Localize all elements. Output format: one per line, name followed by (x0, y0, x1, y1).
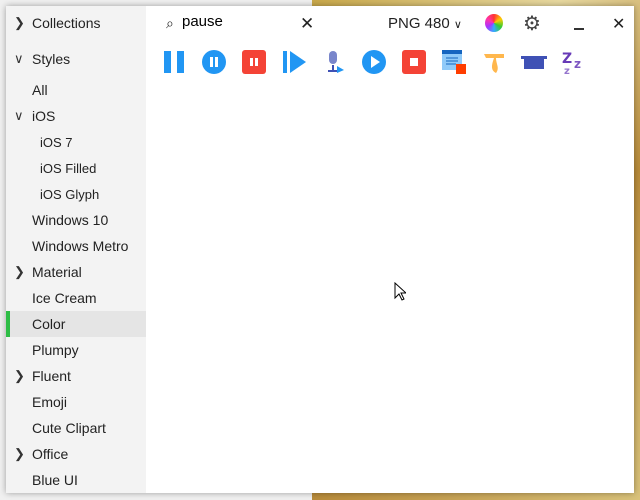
app-window: ❯ Collections ∨ Styles All ∨ iOS iOS 7 iOS Fil… (6, 6, 634, 493)
sidebar-item-all[interactable]: All (6, 77, 146, 103)
sidebar-item-label: Ice Cream (32, 290, 97, 306)
sidebar-item-label: Material (32, 264, 82, 280)
chevron-right-icon: ❯ (14, 15, 25, 30)
sidebar-item-label: Blue UI (32, 472, 78, 488)
tear-off-icon[interactable] (474, 48, 514, 76)
chevron-right-icon: ❯ (14, 446, 25, 461)
sidebar-item-label: Windows Metro (32, 238, 129, 254)
styles-label: Styles (32, 51, 71, 67)
sidebar-collections[interactable]: ❯ Collections (6, 10, 146, 36)
voice-presentation-icon[interactable] (314, 48, 354, 76)
sidebar-item-cute-clipart[interactable]: Cute Clipart (6, 415, 146, 441)
sidebar-item-label: All (32, 82, 48, 98)
stop-window-icon[interactable] (434, 48, 474, 76)
chevron-down-icon: ∨ (453, 19, 462, 31)
sidebar-item-ios[interactable]: ∨ iOS (6, 103, 146, 129)
minimize-button[interactable] (574, 28, 584, 30)
results-grid: Zzz (154, 48, 594, 76)
color-picker-button[interactable] (485, 14, 503, 32)
stop-icon[interactable] (394, 48, 434, 76)
sidebar-item-label: Color (32, 316, 66, 332)
sidebar-item-plumpy[interactable]: Plumpy (6, 337, 146, 363)
close-button[interactable]: ✕ (612, 14, 625, 34)
sidebar: ❯ Collections ∨ Styles All ∨ iOS iOS 7 iOS Fil… (6, 6, 146, 493)
sidebar-item-label: Cute Clipart (32, 420, 106, 436)
sidebar-item-blue-ui[interactable]: Blue UI (6, 467, 146, 493)
gear-icon[interactable]: ⚙ (523, 11, 541, 36)
sidebar-item-label: Fluent (32, 368, 71, 384)
sidebar-item-ice-cream[interactable]: Ice Cream (6, 285, 146, 311)
resume-button-icon[interactable] (274, 48, 314, 76)
sleep-icon[interactable]: Zzz (554, 48, 594, 76)
sidebar-styles[interactable]: ∨ Styles (6, 46, 146, 72)
chevron-down-icon: ∨ (14, 108, 24, 123)
sidebar-item-label: Windows 10 (32, 212, 109, 228)
sidebar-item-label: iOS Filled (40, 160, 97, 176)
toolbar: ⌕ ✕ PNG 480 ∨ ⚙ ✕ (146, 6, 634, 42)
pause-button-icon[interactable] (194, 48, 234, 76)
sidebar-item-ios-filled[interactable]: iOS Filled (6, 155, 146, 181)
pause-squared-icon[interactable] (234, 48, 274, 76)
format-label: PNG 480 (388, 15, 450, 32)
collections-label: Collections (32, 15, 101, 31)
sidebar-item-label: Plumpy (32, 342, 79, 358)
sidebar-item-office[interactable]: ❯ Office (6, 441, 146, 467)
sidebar-item-windows-metro[interactable]: Windows Metro (6, 233, 146, 259)
sidebar-item-material[interactable]: ❯ Material (6, 259, 146, 285)
sidebar-item-fluent[interactable]: ❯ Fluent (6, 363, 146, 389)
svg-text:z: z (574, 57, 581, 71)
sidebar-item-label: iOS (32, 108, 56, 124)
svg-text:z: z (564, 66, 570, 75)
mouse-cursor-icon (394, 282, 406, 301)
clear-search-button[interactable]: ✕ (300, 14, 314, 34)
chevron-right-icon: ❯ (14, 264, 25, 279)
sidebar-item-color[interactable]: Color (6, 311, 146, 337)
pause-icon[interactable] (154, 48, 194, 76)
sidebar-item-label: Office (32, 446, 69, 462)
sidebar-item-ios-7[interactable]: iOS 7 (6, 129, 146, 155)
svg-text:Z: Z (562, 51, 572, 67)
search-input[interactable] (182, 13, 292, 30)
sidebar-item-label: iOS 7 (40, 134, 73, 150)
sidebar-item-windows-10[interactable]: Windows 10 (6, 207, 146, 233)
sidebar-item-label: iOS Glyph (40, 186, 100, 202)
circled-play-icon[interactable] (354, 48, 394, 76)
chevron-right-icon: ❯ (14, 368, 25, 383)
chevron-down-icon: ∨ (14, 51, 24, 66)
sidebar-item-emoji[interactable]: Emoji (6, 389, 146, 415)
sidebar-item-ios-glyph[interactable]: iOS Glyph (6, 181, 146, 207)
format-dropdown[interactable]: PNG 480 ∨ (388, 15, 462, 32)
sidebar-item-label: Emoji (32, 394, 68, 410)
pot-icon[interactable] (514, 48, 554, 76)
search-icon: ⌕ (166, 15, 174, 31)
